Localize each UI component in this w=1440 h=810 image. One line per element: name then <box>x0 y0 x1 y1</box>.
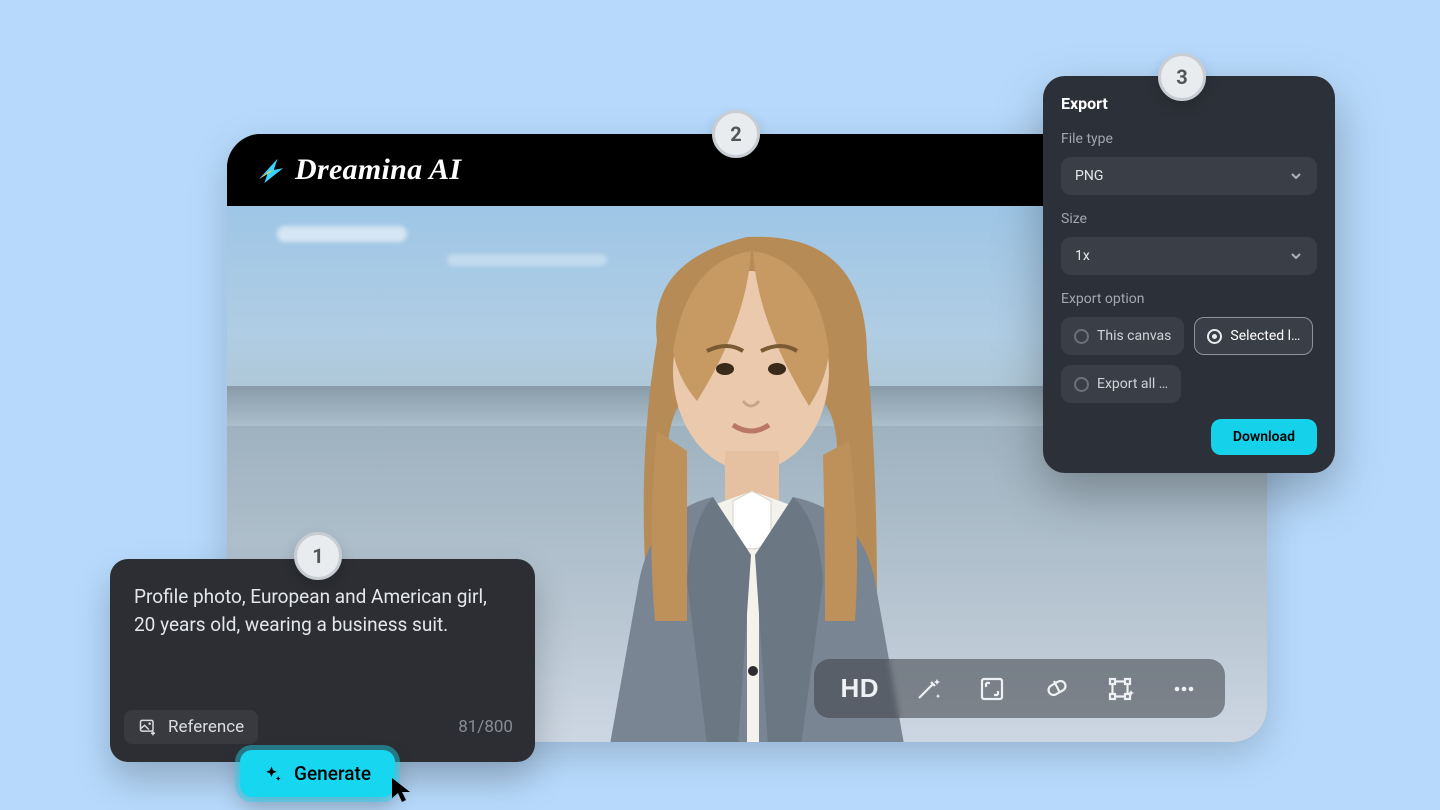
export-option-label: Export option <box>1061 291 1317 307</box>
radio-icon <box>1207 329 1222 344</box>
cursor-icon <box>390 776 414 804</box>
export-option-this-canvas[interactable]: This canvas <box>1061 317 1184 355</box>
reference-button[interactable]: Reference <box>124 710 258 744</box>
sparkle-icon <box>264 765 282 783</box>
image-add-icon <box>138 717 158 737</box>
radio-icon <box>1074 329 1089 344</box>
char-count: 81/800 <box>458 717 513 737</box>
erase-icon[interactable] <box>1041 674 1071 704</box>
size-value: 1x <box>1075 248 1090 264</box>
step-badge-2: 2 <box>712 110 760 158</box>
canvas-toolbar: HD <box>814 659 1225 718</box>
generate-label: Generate <box>294 762 371 785</box>
hd-upscale-button[interactable]: HD <box>840 673 879 704</box>
chevron-down-icon <box>1289 249 1303 263</box>
file-type-label: File type <box>1061 131 1317 147</box>
size-label: Size <box>1061 211 1317 227</box>
export-panel: Export File type PNG Size 1x Export opti… <box>1043 76 1335 473</box>
sky-decor <box>277 226 407 242</box>
more-icon[interactable] <box>1169 674 1199 704</box>
step-badge-3: 3 <box>1158 53 1206 101</box>
generate-button[interactable]: Generate <box>240 750 395 797</box>
download-button[interactable]: Download <box>1211 419 1317 455</box>
prompt-card: Profile photo, European and American gir… <box>110 559 535 762</box>
file-type-select[interactable]: PNG <box>1061 157 1317 195</box>
radio-icon <box>1074 377 1089 392</box>
prompt-text[interactable]: Profile photo, European and American gir… <box>134 583 511 639</box>
magic-wand-icon[interactable] <box>913 674 943 704</box>
export-option-all[interactable]: Export all … <box>1061 365 1181 403</box>
size-select[interactable]: 1x <box>1061 237 1317 275</box>
app-title: Dreamina AI <box>295 153 461 187</box>
transform-icon[interactable] <box>1105 674 1135 704</box>
export-option-selected[interactable]: Selected l… <box>1194 317 1313 355</box>
download-label: Download <box>1233 429 1295 445</box>
expand-icon[interactable] <box>977 674 1007 704</box>
step-badge-1: 1 <box>294 532 342 580</box>
chevron-down-icon <box>1289 169 1303 183</box>
dreamina-logo-icon <box>255 155 285 185</box>
reference-label: Reference <box>168 717 244 737</box>
file-type-value: PNG <box>1075 168 1103 184</box>
